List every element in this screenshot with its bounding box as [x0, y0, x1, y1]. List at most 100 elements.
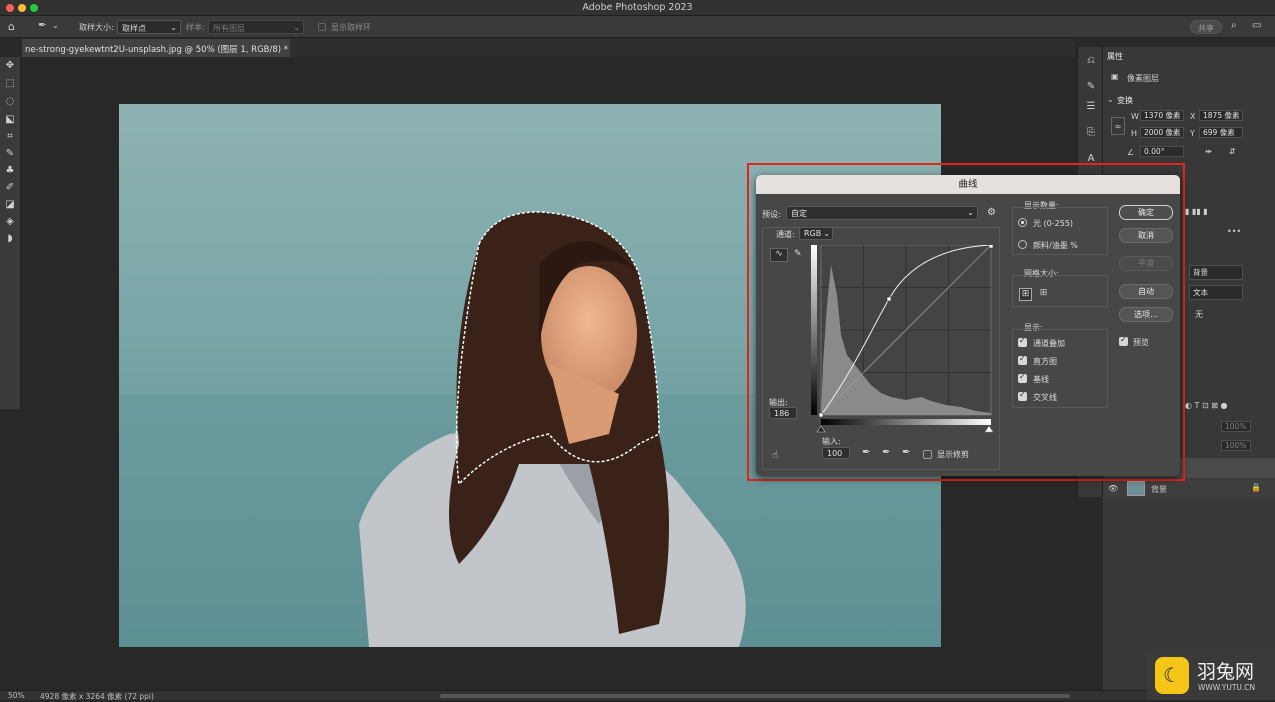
show-clipping-checkbox[interactable] — [923, 450, 932, 459]
flip-vertical-icon[interactable]: ⇵ — [1229, 147, 1236, 156]
eraser-tool-icon[interactable]: ◪ — [3, 198, 17, 212]
lasso-tool-icon[interactable]: ◌ — [3, 95, 17, 109]
channel-overlay-label: 通道叠加 — [1033, 339, 1065, 348]
sample-select[interactable]: 所有图层 ⌄ — [208, 20, 304, 34]
properties-tab[interactable]: 属性 — [1107, 51, 1123, 62]
zoom-level[interactable]: 50% — [8, 691, 25, 700]
opacity-field[interactable]: 100% — [1221, 421, 1251, 432]
link-icon[interactable]: ∞ — [1111, 117, 1125, 135]
options-button[interactable]: 选项... — [1119, 307, 1173, 322]
x-label: X — [1190, 112, 1196, 121]
w-label: W — [1131, 112, 1139, 121]
history-brush-icon[interactable]: ✐ — [3, 181, 17, 195]
watermark-text: 羽兔网 — [1197, 661, 1255, 683]
history-icon[interactable]: ⎌ — [1084, 55, 1098, 69]
fill-field[interactable]: 100% — [1221, 440, 1251, 451]
curves-graph[interactable] — [811, 245, 993, 435]
output-gradient-bar — [811, 245, 817, 415]
dodge-tool-spacer — [3, 217, 17, 231]
dodge-tool-icon[interactable]: ◗ — [3, 232, 17, 246]
baseline-label: 基线 — [1033, 375, 1049, 384]
stamp-tool-icon[interactable]: ♣ — [3, 164, 17, 178]
pixel-layer-icon: ▣ — [1111, 72, 1119, 81]
app-title: Adobe Photoshop 2023 — [582, 2, 693, 13]
histogram-label: 直方图 — [1033, 357, 1057, 366]
channel-select[interactable]: RGB ⌄ — [799, 227, 833, 240]
workspace-icon[interactable]: ▭ — [1252, 20, 1261, 31]
layer-name: 背景 — [1151, 485, 1167, 494]
home-icon[interactable]: ⌂ — [8, 20, 15, 33]
show-ring-checkbox[interactable] — [318, 23, 326, 31]
white-eyedropper-icon[interactable]: ✒ — [902, 447, 910, 458]
pencil-icon[interactable]: ✎ — [794, 249, 802, 259]
search-icon[interactable]: ⌕ — [1231, 20, 1237, 31]
white-point-slider[interactable] — [984, 425, 993, 433]
visibility-eye-icon[interactable]: 👁 — [1108, 484, 1118, 493]
layer-row-background[interactable]: 👁 背景 🔒 — [1103, 479, 1275, 499]
chevron-down-icon[interactable]: ⌄ — [1107, 95, 1114, 104]
crop-tool-icon[interactable]: ⌗ — [3, 130, 17, 144]
black-eyedropper-icon[interactable]: ✒ — [862, 447, 870, 458]
adjustments-icon[interactable]: ☰ — [1084, 101, 1098, 115]
intersection-checkbox[interactable] — [1018, 390, 1027, 401]
output-field[interactable]: 186 — [769, 407, 797, 419]
gear-icon[interactable]: ⚙ — [987, 207, 996, 218]
gray-eyedropper-icon[interactable]: ✒ — [882, 447, 890, 458]
rabbit-logo-icon: ☾ — [1155, 657, 1189, 694]
sample-label: 样本: — [186, 23, 205, 32]
more-options-icon[interactable]: ••• — [1227, 227, 1241, 236]
text-field-partial[interactable]: 文本 — [1189, 285, 1243, 300]
cancel-button[interactable]: 取消 — [1119, 228, 1173, 243]
channel-label: 通道: — [776, 230, 795, 239]
curves-dialog: 曲线 预设: 自定 ⌄ ⚙ 通道: RGB ⌄ ∿ ✎ 输出: 186 输入: … — [756, 175, 1180, 476]
preset-label: 预设: — [762, 210, 781, 219]
move-tool-icon[interactable]: ✥ — [3, 59, 17, 73]
light-radio[interactable] — [1018, 218, 1027, 227]
brush-settings-icon[interactable]: ✎ — [1084, 81, 1098, 95]
layer-filter-icons[interactable]: ◐ T ⊡ ⊠ ● — [1185, 401, 1227, 410]
document-info[interactable]: 4928 像素 x 3264 像素 (72 ppi) — [40, 691, 154, 702]
transform-section-title: 变换 — [1117, 96, 1133, 105]
pigment-radio[interactable] — [1018, 240, 1027, 249]
preview-label: 预览 — [1133, 338, 1149, 347]
grid-detailed-icon[interactable]: ⊞ — [1037, 288, 1050, 301]
brush-tool-icon[interactable]: ✎ — [3, 147, 17, 161]
histogram-checkbox[interactable] — [1018, 354, 1027, 365]
document-tab[interactable]: ne-strong-gyekewtnt2U-unsplash.jpg @ 50%… — [22, 39, 290, 57]
preset-select[interactable]: 自定 ⌄ — [786, 206, 978, 220]
smooth-button[interactable]: 平滑 — [1119, 256, 1173, 271]
marquee-tool-icon[interactable]: ⬚ — [3, 77, 17, 91]
targeted-adjust-icon[interactable]: ☝ — [772, 450, 778, 461]
horizontal-scrollbar[interactable] — [440, 694, 1070, 698]
input-field[interactable]: 100 — [822, 447, 850, 459]
angle-field[interactable]: 0.00° — [1140, 146, 1184, 157]
preview-checkbox[interactable] — [1119, 335, 1128, 346]
sample-size-select[interactable]: 取样点 ⌄ — [117, 20, 181, 34]
flip-horizontal-icon[interactable]: ⇹ — [1205, 147, 1212, 156]
sample-size-label: 取样大小: — [79, 23, 114, 32]
curve-point[interactable] — [988, 245, 993, 249]
black-point-slider[interactable] — [816, 425, 826, 433]
channel-overlay-checkbox[interactable] — [1018, 336, 1027, 347]
y-field[interactable]: 699 像素 — [1199, 127, 1243, 138]
eyedropper-tool-icon[interactable]: ✒ — [38, 20, 46, 31]
angle-icon: ∠ — [1127, 148, 1135, 157]
align-icons[interactable]: ▮ ▮▮ ▮ — [1185, 207, 1208, 216]
background-type-field[interactable]: 背景 — [1189, 265, 1243, 280]
curve-point[interactable] — [886, 296, 892, 302]
curve-edit-icon[interactable]: ∿ — [770, 248, 788, 262]
width-field[interactable]: 1370 像素 — [1140, 110, 1184, 121]
share-button[interactable]: 共享 — [1190, 20, 1222, 34]
lock-icon[interactable]: 🔒 — [1251, 483, 1261, 492]
object-selection-tool-icon[interactable]: ⬕ — [3, 113, 17, 127]
baseline-checkbox[interactable] — [1018, 372, 1027, 383]
x-field[interactable]: 1875 像素 — [1199, 110, 1243, 121]
auto-button[interactable]: 自动 — [1119, 284, 1173, 299]
height-field[interactable]: 2000 像素 — [1140, 127, 1184, 138]
clone-source-icon[interactable]: ⎘ — [1084, 127, 1098, 141]
chevron-down-icon[interactable]: ⌄ — [52, 21, 59, 30]
intersection-label: 交叉线 — [1033, 393, 1057, 402]
grid-simple-icon[interactable]: ⊞ — [1019, 288, 1032, 301]
curve-point[interactable] — [818, 412, 824, 418]
ok-button[interactable]: 确定 — [1119, 205, 1173, 220]
